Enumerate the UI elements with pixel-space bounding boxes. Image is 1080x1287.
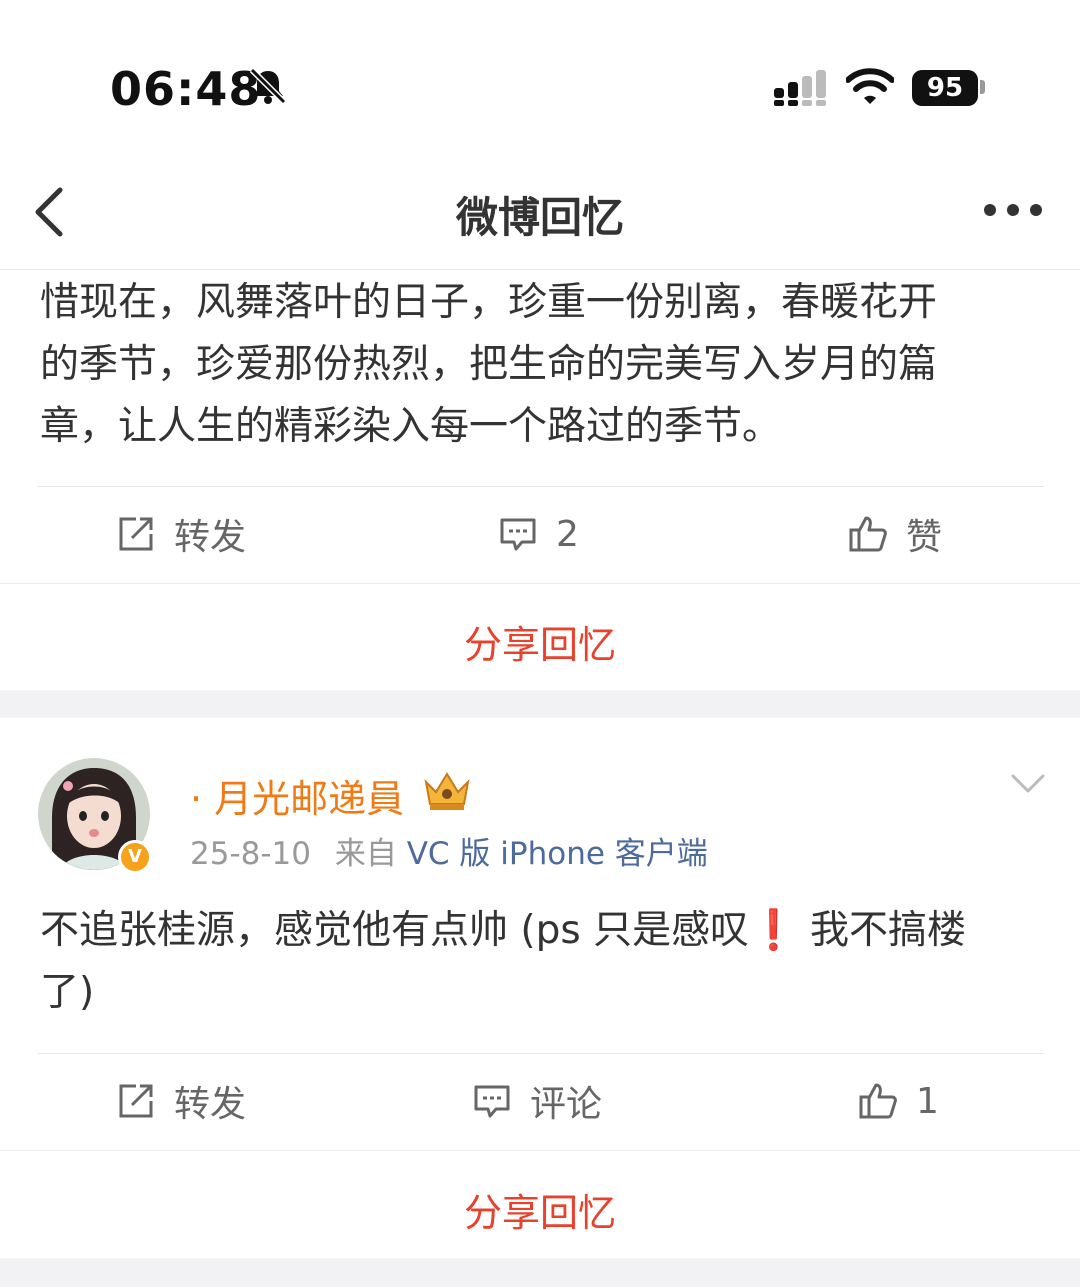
post-meta: 25-8-10 来自 VC 版 iPhone 客户端: [190, 828, 708, 873]
username[interactable]: · 月光邮递員: [190, 768, 404, 823]
crown-badge-icon: [424, 772, 470, 810]
comment-button[interactable]: 评论: [472, 1071, 602, 1131]
wifi-icon: [846, 68, 894, 104]
share-memory-button[interactable]: 分享回忆: [0, 614, 1080, 669]
thumbs-up-icon: [849, 516, 887, 552]
post-date: 25-8-10: [190, 836, 311, 872]
divider: [38, 1053, 1044, 1054]
repost-button[interactable]: 转发: [116, 504, 246, 564]
repost-icon: [119, 1084, 153, 1118]
post-text-segment: 不追张桂源，感觉他有点帅 (ps 只是感叹: [40, 908, 750, 953]
more-dots-icon[interactable]: [982, 200, 1044, 220]
divider: [0, 583, 1080, 584]
exclamation-mark-emoji: ❗: [749, 908, 798, 953]
repost-icon: [119, 517, 153, 551]
section-gap: [0, 1258, 1080, 1287]
post-source[interactable]: VC 版 iPhone 客户端: [407, 836, 708, 872]
post-text-line: 了): [40, 970, 95, 1015]
signal-icon: [774, 70, 826, 106]
comment-count: 2: [556, 513, 579, 555]
comment-button[interactable]: 2: [498, 504, 579, 564]
like-button[interactable]: 1: [858, 1071, 939, 1131]
nav-bar: 微博回忆: [0, 160, 1080, 270]
like-button[interactable]: 赞: [848, 504, 942, 564]
thumbs-up-icon: [859, 1083, 897, 1119]
page-title: 微博回忆: [455, 193, 624, 242]
post-text-line: 不追张桂源，感觉他有点帅 (ps 只是感叹❗ 我不搞楼: [40, 900, 1040, 962]
post-text-segment: 我不搞楼: [797, 908, 967, 953]
share-memory-button[interactable]: 分享回忆: [0, 1182, 1080, 1237]
post-text: 不追张桂源，感觉他有点帅 (ps 只是感叹❗ 我不搞楼 了): [40, 900, 1040, 1024]
post-text-line: 章，让人生的精彩染入每一个路过的季节。: [40, 404, 782, 449]
like-label: 赞: [906, 517, 943, 558]
post-text-line: 的季节，珍爱那份热烈，把生命的完美写入岁月的篇: [40, 342, 938, 387]
source-prefix: 来自: [334, 836, 397, 872]
like-count: 1: [916, 1080, 939, 1122]
repost-button[interactable]: 转发: [116, 1071, 246, 1131]
battery-icon: 95: [912, 70, 978, 106]
post-text: 惜现在，风舞落叶的日子，珍重一份别离，春暖花开 的季节，珍爱那份热烈，把生命的完…: [40, 272, 1040, 458]
divider: [0, 1150, 1080, 1151]
post-text-line: 惜现在，风舞落叶的日子，珍重一份别离，春暖花开: [40, 280, 938, 325]
comment-label: 评论: [530, 1084, 603, 1125]
repost-label: 转发: [174, 517, 247, 558]
status-bar: 06:48 95: [0, 0, 1080, 160]
status-time: 06:48: [110, 62, 262, 116]
comment-icon: [500, 518, 536, 551]
battery-nub: [980, 80, 985, 94]
divider: [38, 486, 1044, 487]
verified-badge: V: [118, 840, 152, 874]
bell-slash-icon: [249, 67, 287, 105]
chevron-down-icon[interactable]: [1010, 772, 1046, 796]
section-gap: [0, 690, 1080, 718]
comment-icon: [474, 1085, 510, 1118]
repost-label: 转发: [174, 1084, 247, 1125]
